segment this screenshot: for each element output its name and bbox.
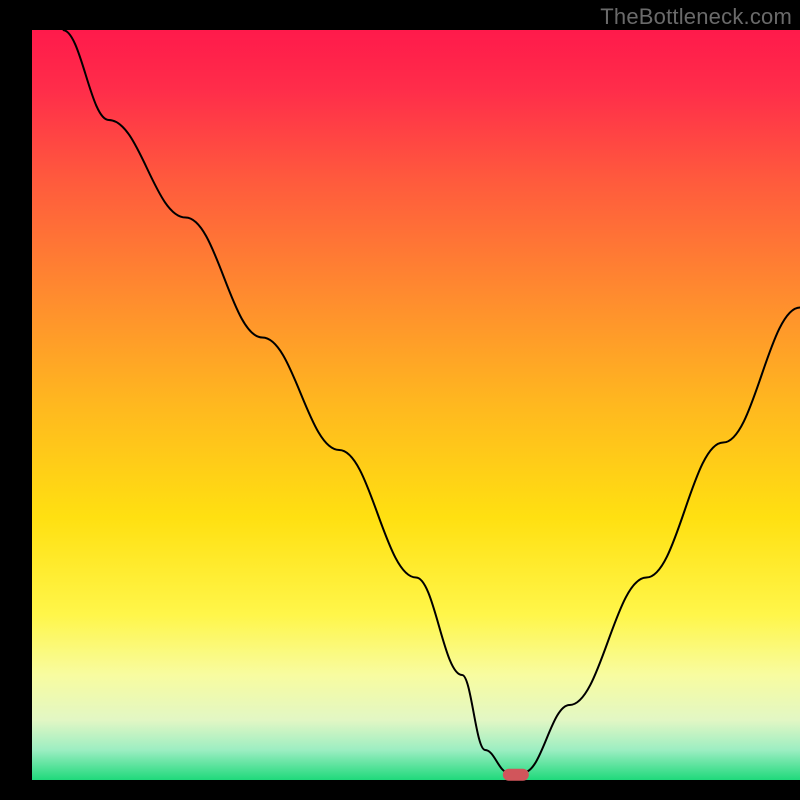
plot-background: [32, 30, 800, 780]
optimum-marker: [503, 769, 529, 781]
chart-svg: [0, 0, 800, 800]
bottleneck-chart: TheBottleneck.com: [0, 0, 800, 800]
watermark-text: TheBottleneck.com: [600, 4, 792, 30]
